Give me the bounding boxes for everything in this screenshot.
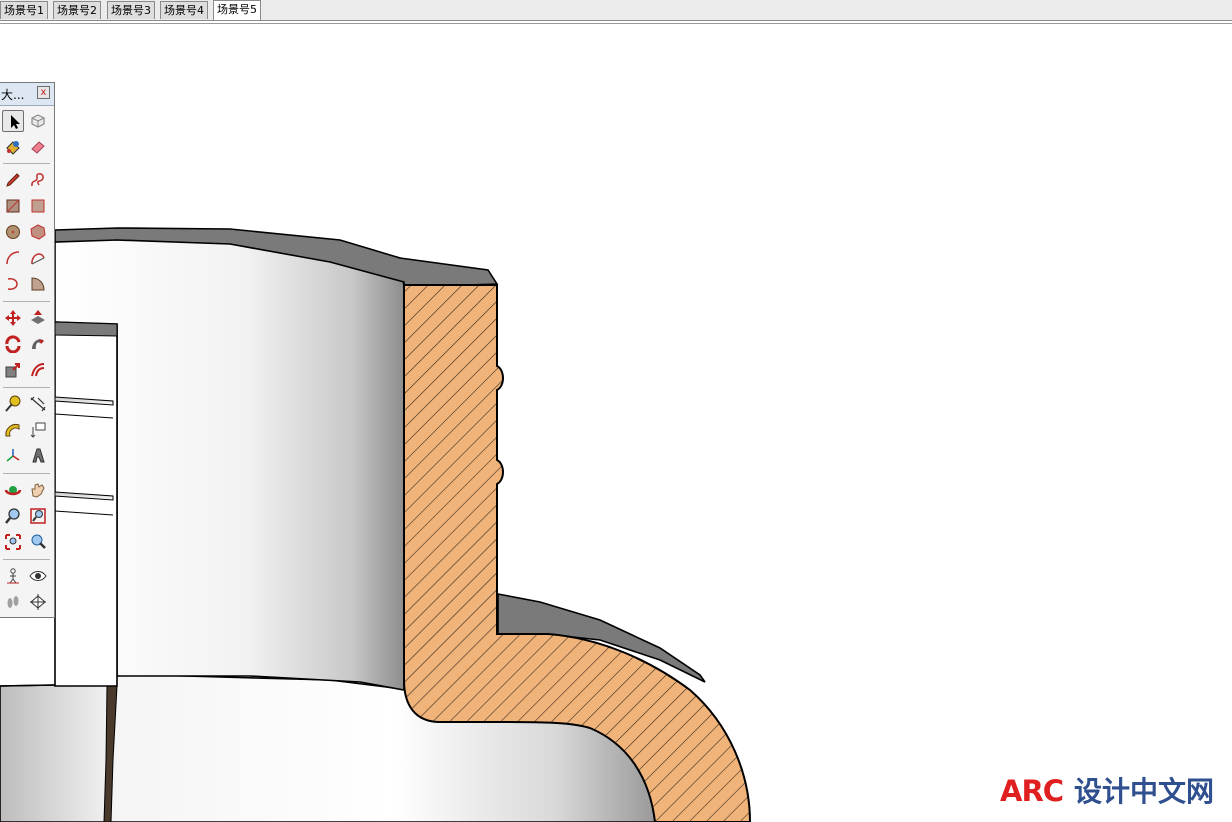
orbit-icon [4, 486, 22, 496]
polygon-icon [30, 224, 46, 240]
palette-divider [3, 473, 50, 474]
orbit-tool-button[interactable] [2, 479, 24, 501]
rotated-rectangle-tool-button[interactable] [27, 195, 49, 217]
pan-tool-button[interactable] [27, 479, 49, 501]
freehand-tool-button[interactable] [27, 169, 49, 191]
rectangle-icon [6, 199, 20, 213]
scene-tab-bar: 场景号1 场景号2 场景号3 场景号4 场景号5 [0, 0, 1232, 21]
previous-view-icon [31, 534, 46, 549]
dimension-tool-button[interactable] [27, 393, 49, 415]
scene-tab-1[interactable]: 场景号1 [0, 1, 48, 19]
tape-measure-tool-button[interactable] [2, 393, 24, 415]
push-pull-icon [31, 310, 45, 324]
walk-tool-button[interactable] [2, 591, 24, 613]
look-around-tool-button[interactable] [27, 565, 49, 587]
offset-icon [31, 363, 45, 377]
walk-icon [7, 596, 19, 608]
eraser-tool-button[interactable] [27, 136, 49, 158]
palette-title: 大... [1, 88, 25, 102]
palette-divider [3, 559, 50, 560]
palette-divider [3, 163, 50, 164]
two-point-arc-tool-button[interactable] [27, 247, 49, 269]
component-icon [31, 114, 45, 128]
dimension-icon [30, 396, 46, 412]
rotate-icon [5, 335, 21, 353]
circle-icon [6, 225, 20, 239]
zoom-icon [5, 508, 20, 524]
freehand-icon [31, 173, 44, 187]
paint-bucket-icon [6, 141, 20, 155]
scale-tool-button[interactable] [2, 359, 24, 381]
move-tool-button[interactable] [2, 307, 24, 329]
move-icon [5, 310, 21, 326]
3d-text-icon [32, 448, 45, 463]
zoom-tool-button[interactable] [2, 505, 24, 527]
palette-divider [3, 387, 50, 388]
scene-tab-5[interactable]: 场景号5 [213, 0, 261, 20]
axes-tool-button[interactable] [2, 445, 24, 467]
position-camera-icon [7, 568, 19, 584]
follow-me-tool-button[interactable] [27, 333, 49, 355]
watermark-logo: ARC [1000, 774, 1064, 808]
pie-tool-button[interactable] [27, 273, 49, 295]
modeling-viewport[interactable] [0, 24, 1232, 822]
protractor-tool-button[interactable] [2, 419, 24, 441]
arc-icon [6, 251, 20, 265]
three-point-arc-icon [7, 278, 18, 290]
look-around-icon [29, 571, 47, 581]
select-tool-button[interactable] [2, 110, 24, 132]
pan-icon [31, 483, 45, 498]
rotated-rectangle-icon [31, 199, 45, 213]
section-plane-tool-button[interactable] [27, 591, 49, 613]
palette-divider [3, 301, 50, 302]
scene-tab-3[interactable]: 场景号3 [107, 1, 155, 19]
paint-bucket-tool-button[interactable] [2, 136, 24, 158]
scene-tab-2[interactable]: 场景号2 [53, 1, 101, 19]
3d-text-tool-button[interactable] [27, 445, 49, 467]
axes-icon [6, 449, 20, 462]
palette-title-bar[interactable]: 大... x [0, 83, 54, 106]
offset-tool-button[interactable] [27, 359, 49, 381]
push-pull-tool-button[interactable] [27, 307, 49, 329]
text-tool-button[interactable] [27, 419, 49, 441]
scale-icon [5, 363, 20, 378]
pencil-tool-button[interactable] [2, 169, 24, 191]
position-camera-tool-button[interactable] [2, 565, 24, 587]
pencil-icon [6, 173, 20, 187]
zoom-extents-tool-button[interactable] [2, 531, 24, 553]
component-tool-button[interactable] [27, 110, 49, 132]
zoom-extents-icon [5, 534, 21, 550]
eraser-icon [31, 141, 45, 154]
tape-measure-icon [5, 395, 21, 412]
zoom-window-icon [30, 508, 46, 524]
protractor-icon [5, 424, 20, 437]
section-model-drawing [0, 227, 752, 822]
arc-tool-button[interactable] [2, 247, 24, 269]
three-point-arc-tool-button[interactable] [2, 273, 24, 295]
rotate-tool-button[interactable] [2, 333, 24, 355]
scene-tab-4[interactable]: 场景号4 [160, 1, 208, 19]
polygon-tool-button[interactable] [27, 221, 49, 243]
select-icon [11, 115, 20, 129]
pie-icon [31, 277, 45, 291]
close-icon[interactable]: x [37, 86, 50, 99]
two-point-arc-icon [31, 253, 45, 265]
section-plane-icon [30, 594, 46, 610]
follow-me-icon [32, 339, 44, 349]
watermark-text: 设计中文网 [1074, 775, 1215, 808]
previous-view-tool-button[interactable] [27, 531, 49, 553]
circle-tool-button[interactable] [2, 221, 24, 243]
rectangle-tool-button[interactable] [2, 195, 24, 217]
large-tool-set-palette: 大... x [0, 82, 55, 618]
text-icon [30, 422, 46, 438]
zoom-window-tool-button[interactable] [27, 505, 49, 527]
